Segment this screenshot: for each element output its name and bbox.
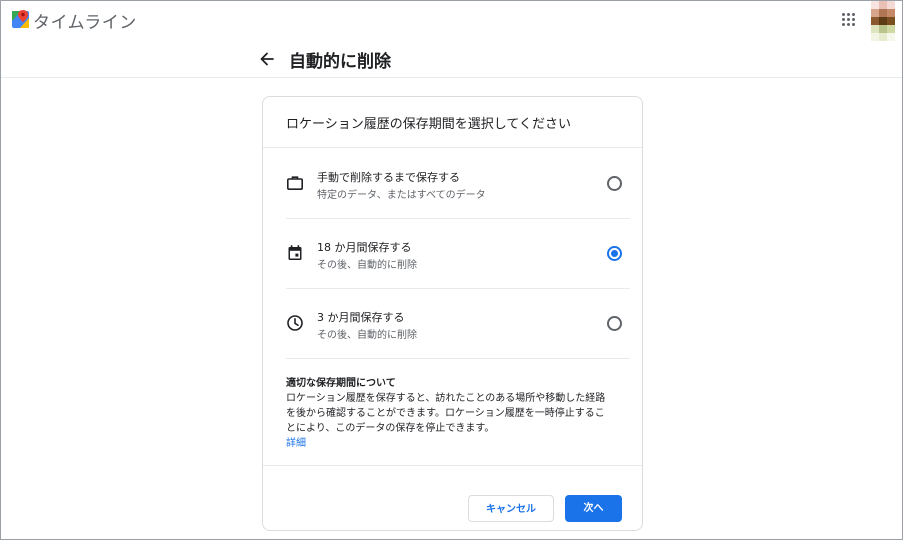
maps-pin-icon bbox=[12, 10, 29, 28]
learn-more-link[interactable]: 詳細 bbox=[286, 436, 634, 451]
radio-18-months[interactable] bbox=[607, 246, 622, 261]
top-bar: タイムライン 自動的に削除 bbox=[1, 1, 902, 78]
option-3-months[interactable]: 3 か月間保存する その後、自動的に削除 bbox=[286, 289, 630, 358]
option-title: 手動で削除するまで保存する bbox=[317, 171, 460, 184]
option-subtitle: その後、自動的に削除 bbox=[317, 330, 417, 341]
option-18-months[interactable]: 18 か月間保存する その後、自動的に削除 bbox=[286, 219, 630, 288]
option-title: 18 か月間保存する bbox=[317, 241, 412, 254]
page-title: 自動的に削除 bbox=[289, 52, 391, 72]
retention-info: 適切な保存期間について ロケーション履歴を保存すると、訪れたことのある場所や移動… bbox=[286, 376, 634, 451]
app-title: タイムライン bbox=[33, 13, 137, 33]
next-button[interactable]: 次へ bbox=[565, 495, 622, 522]
info-line: を後から確認することができます。ロケーション履歴を一時停止するこ bbox=[286, 408, 605, 419]
option-keep-until-delete[interactable]: 手動で削除するまで保存する 特定のデータ、またはすべてのデータ bbox=[286, 149, 630, 218]
info-line: とにより、このデータの保存を停止できます。 bbox=[286, 423, 495, 434]
option-subtitle: その後、自動的に削除 bbox=[317, 260, 417, 271]
retention-card: ロケーション履歴の保存期間を選択してください 手動で削除するまで保存する 特定の… bbox=[262, 96, 643, 531]
briefcase-icon bbox=[286, 176, 303, 190]
option-subtitle: 特定のデータ、またはすべてのデータ bbox=[317, 190, 486, 201]
radio-3-months[interactable] bbox=[607, 316, 622, 331]
option-title: 3 か月間保存する bbox=[317, 311, 405, 324]
card-heading: ロケーション履歴の保存期間を選択してください bbox=[286, 117, 571, 132]
clock-icon bbox=[287, 315, 303, 331]
back-arrow-icon[interactable] bbox=[259, 49, 275, 69]
avatar[interactable] bbox=[871, 1, 895, 41]
heading-divider bbox=[263, 147, 642, 148]
info-line: ロケーション履歴を保存すると、訪れたことのある場所や移動した経路 bbox=[286, 393, 606, 404]
cancel-button[interactable]: キャンセル bbox=[468, 495, 554, 522]
option-divider bbox=[286, 358, 630, 359]
calendar-icon bbox=[288, 245, 302, 260]
google-apps-icon[interactable] bbox=[842, 13, 855, 26]
radio-keep-until-delete[interactable] bbox=[607, 176, 622, 191]
footer-divider bbox=[263, 465, 642, 466]
info-title: 適切な保存期間について bbox=[286, 378, 396, 389]
